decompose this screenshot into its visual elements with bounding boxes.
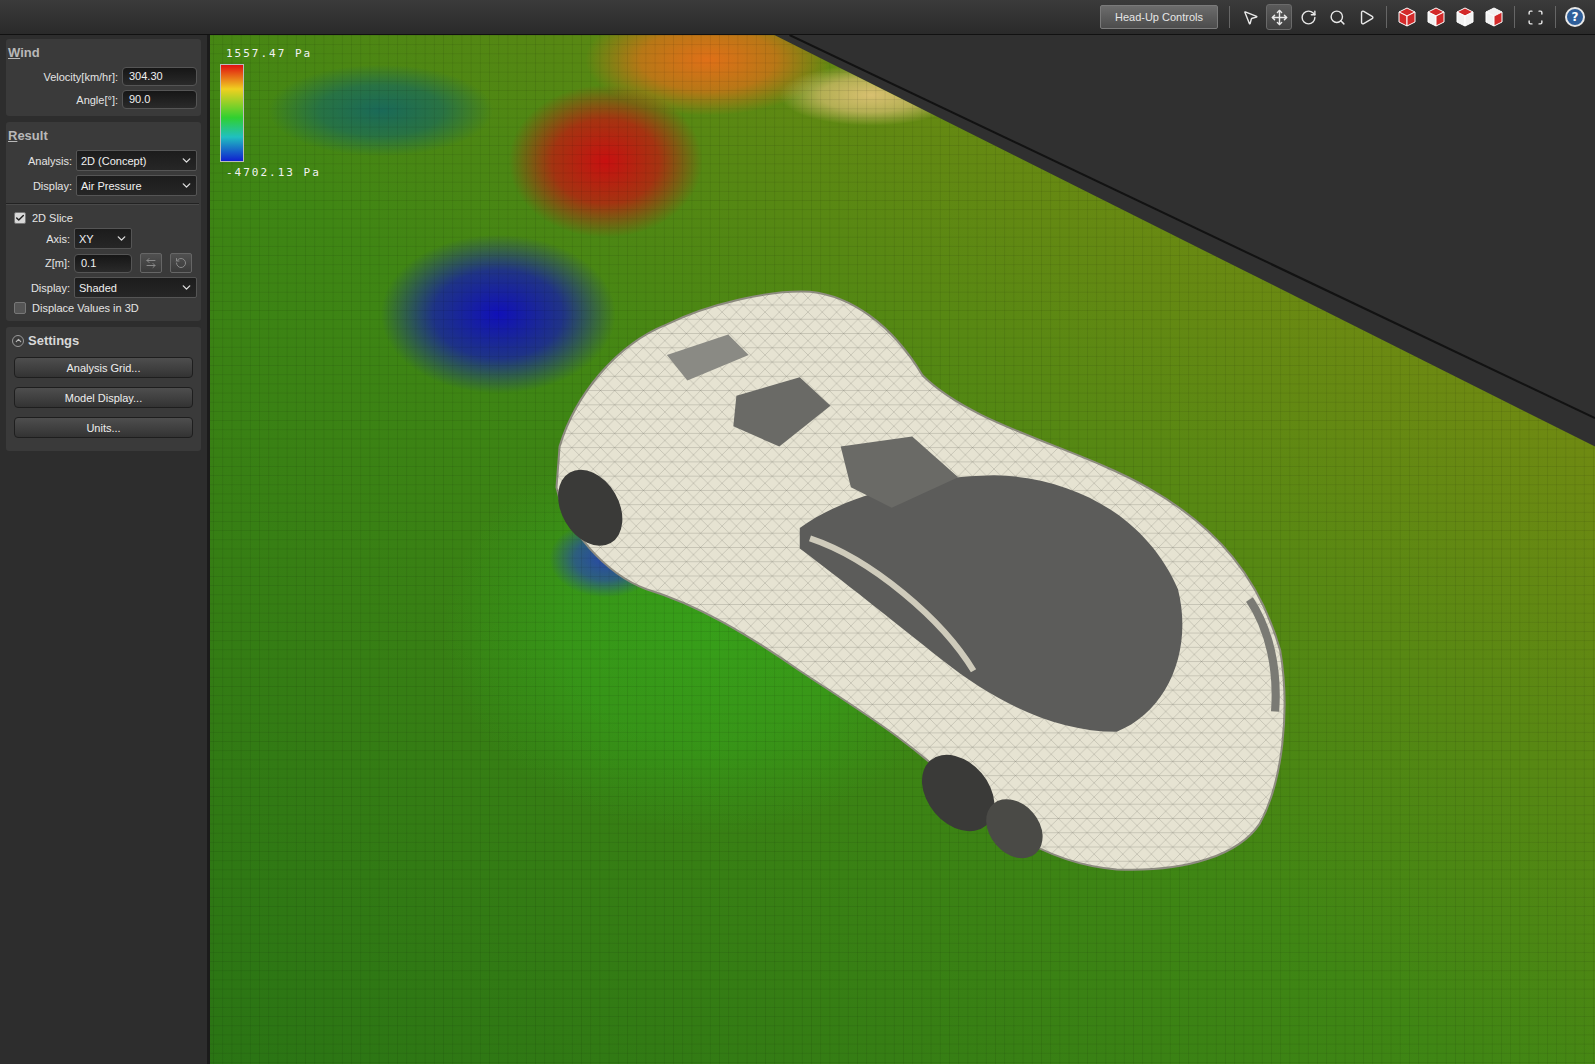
pan-tool-button[interactable] <box>1266 4 1292 30</box>
field-label: Display: <box>8 180 72 192</box>
slice-checkbox-row[interactable]: 2D Slice <box>8 212 197 224</box>
divider <box>6 203 199 205</box>
select-value: Air Pressure <box>81 180 142 192</box>
checkbox-label: 2D Slice <box>32 212 73 224</box>
legend-max: 1557.47 Pa <box>220 47 321 60</box>
z-input[interactable]: 0.1 <box>74 254 132 273</box>
settings-section: Settings Analysis Grid... Model Display...… <box>6 327 201 451</box>
axis-select[interactable]: XY <box>74 228 132 249</box>
orbit-tool-button[interactable] <box>1295 4 1321 30</box>
toolbar-separator <box>1386 6 1387 28</box>
displace-checkbox-row[interactable]: Displace Values in 3D <box>8 302 197 314</box>
toolbar: Head-Up Controls? <box>0 0 1595 35</box>
chevron-down-icon <box>179 178 194 193</box>
orbit-icon <box>1300 9 1317 26</box>
settings-button[interactable]: Model Display... <box>14 387 193 408</box>
select-tool-button[interactable] <box>1237 4 1263 30</box>
pointer-icon <box>1242 9 1259 26</box>
checkbox-label: Displace Values in 3D <box>32 302 139 314</box>
view-cube-icon <box>1456 7 1474 27</box>
collapse-icon <box>12 335 24 347</box>
field-label: Angle[°]: <box>8 94 118 106</box>
view-cube-icon <box>1485 7 1503 27</box>
section-title: Wind <box>8 43 199 64</box>
play-tool-button[interactable] <box>1353 4 1379 30</box>
chevron-down-icon <box>114 231 129 246</box>
reset-icon <box>175 257 187 269</box>
field-label: Axis: <box>8 233 70 245</box>
section-title: Settings <box>28 333 79 348</box>
axis-row: Axis: XY <box>8 228 197 249</box>
select-value: Shaded <box>79 282 117 294</box>
checkbox[interactable] <box>14 302 26 314</box>
display-select[interactable]: Air Pressure <box>76 175 197 196</box>
field-input[interactable]: 304.30 <box>122 67 197 86</box>
car-model[interactable] <box>545 292 1285 870</box>
cube-side-tool-button[interactable] <box>1452 4 1478 30</box>
wind-section: Wind Velocity[km/hr]: 304.30 Angle[°]: 90.0 <box>6 39 201 116</box>
pressure-legend: 1557.47 Pa -4702.13 Pa <box>220 47 321 179</box>
field-input[interactable]: 90.0 <box>122 90 197 109</box>
chevron-down-icon <box>179 153 194 168</box>
fit-tool-button[interactable] <box>1522 4 1548 30</box>
head-up-controls-button[interactable]: Head-Up Controls <box>1100 5 1218 29</box>
settings-button[interactable]: Units... <box>14 417 193 438</box>
chevron-down-icon <box>179 280 194 295</box>
display-row: Display: Air Pressure <box>8 175 197 196</box>
z-row: Z[m]: 0.1 <box>8 253 197 273</box>
play-icon <box>1358 9 1375 26</box>
check-icon <box>15 213 25 223</box>
select-value: XY <box>79 233 94 245</box>
field-label: Velocity[km/hr]: <box>8 71 118 83</box>
zoom-tool-button[interactable] <box>1324 4 1350 30</box>
legend-color-bar <box>220 64 244 162</box>
toolbar-separator <box>1555 6 1556 28</box>
toolbar-separator <box>1514 6 1515 28</box>
field-label: Analysis: <box>8 155 72 167</box>
legend-min: -4702.13 Pa <box>220 166 321 179</box>
wind-field: Angle[°]: 90.0 <box>8 90 197 109</box>
result-section: Result Analysis: 2D (Concept) Display: Air P… <box>6 122 201 321</box>
swap-icon <box>145 257 157 269</box>
view-cube-icon <box>1398 7 1416 27</box>
slice-display-row: Display: Shaded <box>8 277 197 298</box>
zoom-icon <box>1329 9 1346 26</box>
cube-front-tool-button[interactable] <box>1394 4 1420 30</box>
pressure-scene[interactable] <box>210 35 1595 1064</box>
side-panel: Wind Velocity[km/hr]: 304.30 Angle[°]: 90.0 R… <box>0 35 210 1064</box>
settings-button[interactable]: Analysis Grid... <box>14 357 193 378</box>
field-label: Display: <box>8 282 70 294</box>
view-cube-icon <box>1427 7 1445 27</box>
main-area: Wind Velocity[km/hr]: 304.30 Angle[°]: 90.0 R… <box>0 35 1595 1064</box>
cube-iso-tool-button[interactable] <box>1481 4 1507 30</box>
field-label: Z[m]: <box>8 257 70 269</box>
flow-design-app: Head-Up Controls? Wind Velocity[km/hr]: 304… <box>0 0 1595 1064</box>
cube-top-tool-button[interactable] <box>1423 4 1449 30</box>
settings-header[interactable]: Settings <box>8 331 199 354</box>
help-button[interactable]: ? <box>1565 7 1585 27</box>
fit-view-icon <box>1527 9 1544 26</box>
section-title: Result <box>8 126 199 147</box>
analysis-select[interactable]: 2D (Concept) <box>76 150 197 171</box>
viewport[interactable]: 1557.47 Pa -4702.13 Pa <box>210 35 1595 1064</box>
select-value: 2D (Concept) <box>81 155 146 167</box>
reset-button[interactable] <box>170 253 192 273</box>
checkbox[interactable] <box>14 212 26 224</box>
analysis-row: Analysis: 2D (Concept) <box>8 150 197 171</box>
wind-field: Velocity[km/hr]: 304.30 <box>8 67 197 86</box>
swap-button[interactable] <box>140 253 162 273</box>
pan-icon <box>1271 9 1288 26</box>
toolbar-separator <box>1229 6 1230 28</box>
slice-display-select[interactable]: Shaded <box>74 277 197 298</box>
